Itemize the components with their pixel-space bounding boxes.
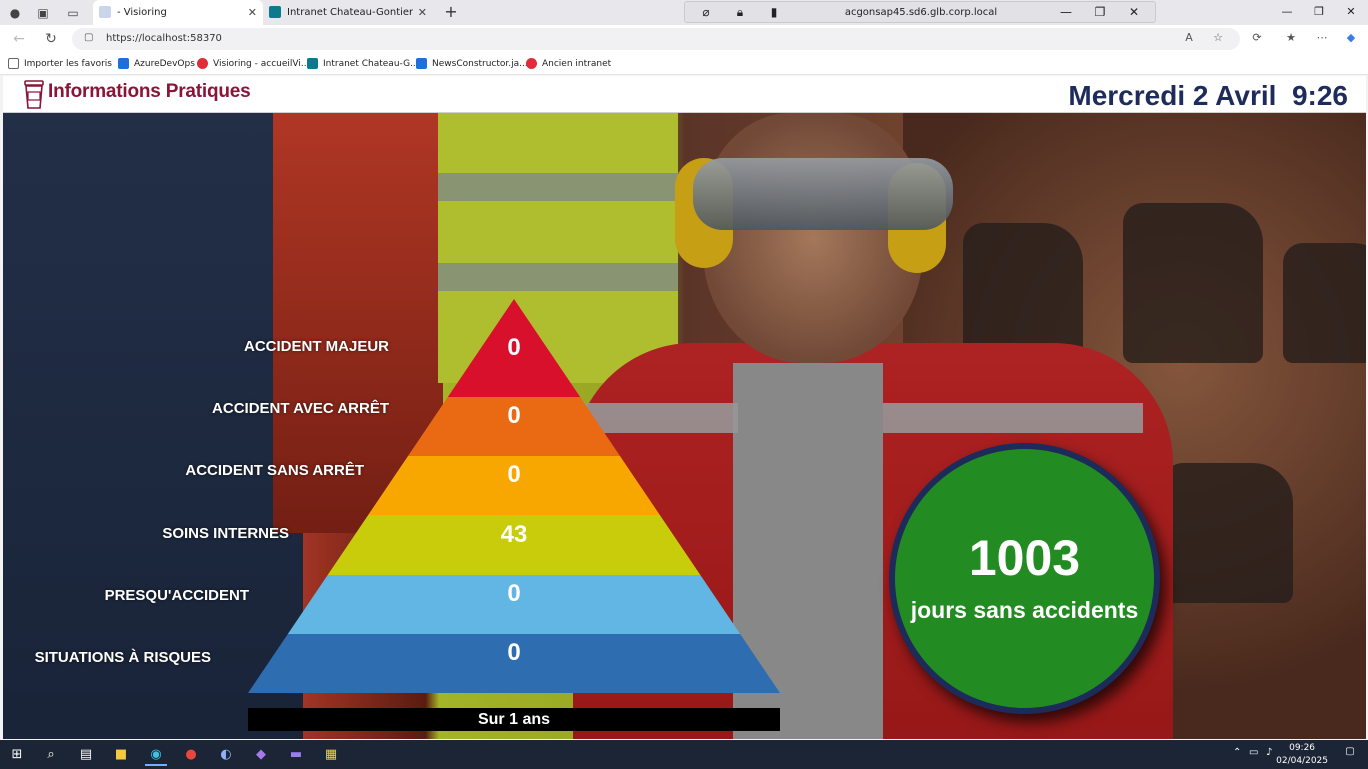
browser-tab-bar: ● ▣ ▭ - Visioring ✕ Intranet Chateau-Gon… [0,0,1368,25]
file-explorer-icon[interactable]: ■ [110,744,132,766]
show-hidden-icons-icon[interactable]: ⌃ [1233,747,1241,758]
pyramid-label-situations-a-risques: SITUATIONS À RISQUES [34,649,211,666]
new-tab-button[interactable]: + [441,0,461,25]
azure-devops-icon [118,58,129,69]
profile-icon[interactable]: ● [6,4,24,22]
tab-actions-icon[interactable]: ▭ [64,4,82,22]
windows-start-icon[interactable]: ⊞ [6,744,28,766]
visioring-icon [526,58,537,69]
favorites-icon[interactable]: ★ [1282,29,1300,47]
close-tab-icon[interactable]: ✕ [248,0,257,25]
favorite-label: NewsConstructor.ja... [432,59,528,69]
page-content: Informations Pratiques Mercredi 2 Avril … [3,76,1366,739]
remote-desktop-bar: ⌀ 🔒︎ ▮ acgonsap45.sd6.glb.corp.local — ❐… [684,1,1156,23]
safety-dashboard: ACCIDENT MAJEUR ACCIDENT AVEC ARRÊT ACCI… [3,113,1366,739]
tab-visioring[interactable]: - Visioring ✕ [93,0,263,25]
remote-host: acgonsap45.sd6.glb.corp.local [844,7,998,18]
extensions-icon[interactable]: ⟳ [1248,29,1266,47]
favorite-star-icon[interactable]: ☆ [1209,29,1227,47]
days-count: 1003 [968,530,1081,586]
read-aloud-icon[interactable]: A [1180,29,1198,47]
days-without-accident-badge: 1003 jours sans accidents [889,443,1160,714]
favorite-label: AzureDevOps [134,59,195,69]
terminal-icon[interactable]: ▬ [285,744,307,766]
visual-studio-icon[interactable]: ◆ [250,744,272,766]
favorite-label: Intranet Chateau-G... [323,59,419,69]
window-minimize-icon[interactable]: — [1274,3,1300,21]
favorite-newsconstructor[interactable]: NewsConstructor.ja... [416,53,528,75]
pyramid-label-accident-sans-arret: ACCIDENT SANS ARRÊT [185,462,364,479]
page-header: Informations Pratiques Mercredi 2 Avril … [3,76,1366,113]
refresh-icon[interactable]: ↻ [41,29,61,49]
sharepoint-icon [307,58,318,69]
window-restore-icon[interactable]: ❐ [1306,3,1332,21]
favorite-ancien-intranet[interactable]: Ancien intranet [526,53,611,75]
url-text[interactable]: https://localhost:58370 [106,28,222,50]
minimize-icon[interactable]: — [1055,3,1077,22]
volume-icon[interactable]: ♪ [1266,747,1272,758]
tab-title: - Visioring [117,7,167,18]
more-menu-icon[interactable]: ⋯ [1313,29,1331,47]
pyramid-label-accident-majeur: ACCIDENT MAJEUR [243,338,389,355]
restore-icon[interactable]: ❐ [1089,3,1111,22]
tab-intranet[interactable]: Intranet Chateau-Gontier - Actual ✕ [263,0,433,25]
address-bar[interactable]: ▢ https://localhost:58370 [72,28,1240,50]
search-icon[interactable]: ⌕ [40,744,62,766]
sharepoint-icon [269,6,281,18]
visioring-icon [197,58,208,69]
favorite-label: Visioring - accueilVi... [213,59,310,69]
favorite-intranet[interactable]: Intranet Chateau-G... [307,53,419,75]
address-row: ← ↻ ▢ https://localhost:58370 A ☆ ⟳ ★ ⋯ … [0,25,1368,53]
favorite-import[interactable]: Importer les favoris [8,53,112,75]
favorite-azuredevops[interactable]: AzureDevOps [118,53,195,75]
accident-pyramid [248,299,780,693]
system-clock[interactable]: 09:26 02/04/2025 [1276,742,1328,768]
task-view-icon[interactable]: ▤ [75,744,97,766]
azure-devops-icon [416,58,427,69]
coffee-cup-logo-icon [24,80,44,109]
close-tab-icon[interactable]: ✕ [418,0,427,25]
notification-icon[interactable]: ▢ [1342,746,1358,762]
windows-taskbar: ⊞ ⌕ ▤ ■ ◉ ● ◐ ◆ ▬ ▦ ⌃ ▭ ♪ 09:26 02/04/20… [0,740,1368,769]
pyramid-value-situations-a-risques: 0 [507,639,521,666]
tab-title: Intranet Chateau-Gontier - Actual [287,7,413,18]
pyramid-label-presqu-accident: PRESQU'ACCIDENT [104,587,249,604]
chrome-icon[interactable]: ● [180,744,202,766]
pyramid-value-accident-sans-arret: 0 [507,461,521,488]
close-icon[interactable]: ✕ [1123,3,1145,22]
pyramid-value-accident-majeur: 0 [507,334,521,361]
window-close-icon[interactable]: ✕ [1338,3,1364,21]
pyramid-value-presqu-accident: 0 [507,580,521,607]
copilot-icon[interactable]: ◆ [1342,29,1360,47]
pyramid-value-accident-avec-arret: 0 [507,402,521,429]
app-icon[interactable]: ◐ [215,744,237,766]
favorite-visioring[interactable]: Visioring - accueilVi... [197,53,309,75]
favorite-label: Importer les favoris [24,59,112,69]
clock-time: 09:26 [1289,743,1316,753]
power-bi-icon[interactable]: ▦ [320,744,342,766]
import-icon [8,58,19,69]
workspaces-icon[interactable]: ▣ [34,4,52,22]
back-arrow-icon[interactable]: ← [9,29,29,49]
site-title: Informations Pratiques [48,81,251,102]
clock-date: 02/04/2025 [1276,756,1328,766]
pyramid-label-soins-internes: SOINS INTERNES [162,525,289,542]
favorite-label: Ancien intranet [542,59,612,69]
site-info-icon[interactable]: ▢ [84,32,96,46]
network-icon[interactable]: ▭ [1249,747,1258,758]
favorites-bar: Importer les favoris AzureDevOps Visiori… [0,53,1368,75]
edge-browser-icon[interactable]: ◉ [145,744,167,766]
period-label: Sur 1 ans [248,708,780,731]
pyramid-label-accident-avec-arret: ACCIDENT AVEC ARRÊT [212,400,389,417]
page-icon [99,6,111,18]
pyramid-value-soins-internes: 43 [500,521,528,548]
days-label: jours sans accidents [910,597,1139,623]
current-datetime: Mercredi 2 Avril 9:26 [1068,80,1348,111]
